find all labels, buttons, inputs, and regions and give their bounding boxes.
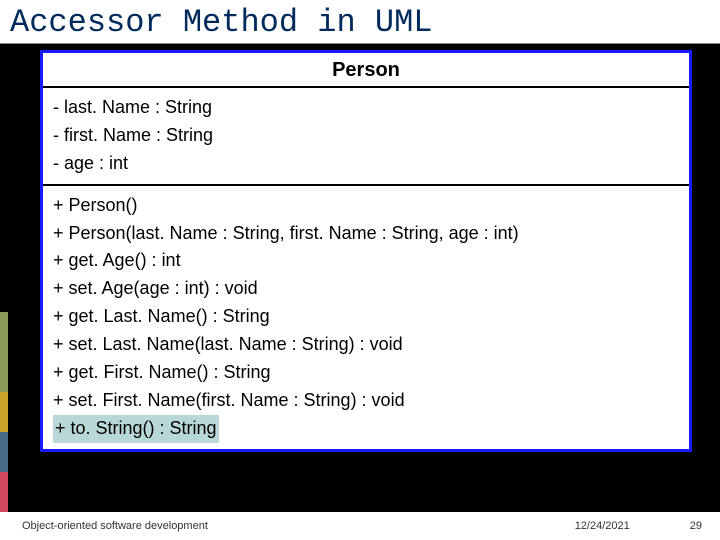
uml-operations-section: + Person() + Person(last. Name : String,… [43,186,689,449]
uml-operation: + set. Age(age : int) : void [53,275,679,303]
uml-operation: + set. First. Name(first. Name : String)… [53,387,679,415]
uml-attribute: - first. Name : String [53,122,679,150]
uml-attribute: - age : int [53,150,679,178]
footer-date: 12/24/2021 [575,520,690,532]
uml-operation: + get. Last. Name() : String [53,303,679,331]
uml-attribute: - last. Name : String [53,94,679,122]
uml-class-name: Person [43,53,689,88]
accent-stripe [0,432,8,472]
footer-page-number: 29 [690,520,720,532]
content-area: Person - last. Name : String - first. Na… [0,44,720,452]
uml-operation: + get. First. Name() : String [53,359,679,387]
uml-operation: + Person(last. Name : String, first. Nam… [53,220,679,248]
uml-operation-highlighted: + to. String() : String [53,415,679,443]
accent-stripe [0,472,8,512]
uml-class-box: Person - last. Name : String - first. Na… [40,50,692,452]
uml-operation: + Person() [53,192,679,220]
slide-title: Accessor Method in UML [0,0,720,44]
accent-stripe [0,312,8,392]
slide-footer: Object-oriented software development 12/… [0,512,720,540]
uml-operation: + set. Last. Name(last. Name : String) :… [53,331,679,359]
highlighted-text: + to. String() : String [53,415,219,443]
uml-attributes-section: - last. Name : String - first. Name : St… [43,88,689,186]
uml-operation: + get. Age() : int [53,247,679,275]
footer-left-text: Object-oriented software development [0,520,575,532]
accent-stripe [0,392,8,432]
